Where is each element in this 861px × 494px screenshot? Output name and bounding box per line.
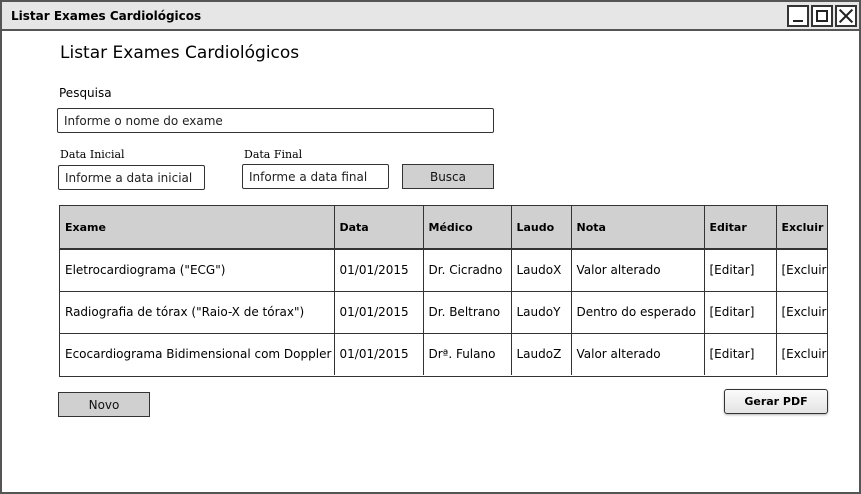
table-row[interactable]: Eletrocardiograma ("ECG") 01/01/2015 Dr.… xyxy=(60,249,827,292)
cell-medico: Drª. Fulano xyxy=(423,333,512,375)
cell-medico: Dr. Beltrano xyxy=(423,291,512,334)
cell-medico: Dr. Cicradno xyxy=(423,249,512,292)
cell-exame: Radiografia de tórax ("Raio-X de tórax") xyxy=(60,291,335,334)
delete-link[interactable]: [Excluir] xyxy=(776,291,827,334)
edit-link[interactable]: [Editar] xyxy=(704,249,777,292)
cell-nota: Dentro do esperado xyxy=(571,291,705,334)
maximize-button[interactable] xyxy=(811,5,833,27)
page-title: Listar Exames Cardiológicos xyxy=(60,43,300,63)
close-button[interactable] xyxy=(835,5,857,27)
window-title: Listar Exames Cardiológicos xyxy=(11,9,202,23)
column-header-data[interactable]: Data xyxy=(334,206,424,250)
column-header-laudo[interactable]: Laudo xyxy=(511,206,572,250)
title-bar: Listar Exames Cardiológicos xyxy=(2,2,859,31)
search-button[interactable]: Busca xyxy=(402,164,494,189)
column-header-excluir[interactable]: Excluir xyxy=(776,206,827,250)
column-header-nota[interactable]: Nota xyxy=(571,206,705,250)
column-header-medico[interactable]: Médico xyxy=(423,206,512,250)
edit-link[interactable]: [Editar] xyxy=(704,333,777,375)
exams-table: Exame Data Médico Laudo Nota Editar Excl… xyxy=(59,205,828,377)
date-end-input[interactable] xyxy=(242,164,389,189)
cell-data: 01/01/2015 xyxy=(334,333,424,375)
table-header-row: Exame Data Médico Laudo Nota Editar Excl… xyxy=(60,206,827,250)
table-row[interactable]: Ecocardiograma Bidimensional com Doppler… xyxy=(60,333,827,375)
cell-exame: Ecocardiograma Bidimensional com Doppler xyxy=(60,333,335,375)
cell-exame: Eletrocardiograma ("ECG") xyxy=(60,249,335,292)
column-header-editar[interactable]: Editar xyxy=(704,206,777,250)
cell-data: 01/01/2015 xyxy=(334,291,424,334)
table-row[interactable]: Radiografia de tórax ("Raio-X de tórax")… xyxy=(60,291,827,334)
date-start-label: Data Inicial xyxy=(60,148,125,161)
date-start-input[interactable] xyxy=(58,165,205,190)
cell-data: 01/01/2015 xyxy=(334,249,424,292)
cell-nota: Valor alterado xyxy=(571,249,705,292)
column-header-exame[interactable]: Exame xyxy=(60,206,335,250)
edit-link[interactable]: [Editar] xyxy=(704,291,777,334)
generate-pdf-button[interactable]: Gerar PDF xyxy=(724,389,828,414)
cell-laudo: LaudoZ xyxy=(511,333,572,375)
delete-link[interactable]: [Excluir] xyxy=(776,333,827,375)
search-input[interactable] xyxy=(57,108,494,133)
delete-link[interactable]: [Excluir] xyxy=(776,249,827,292)
date-end-label: Data Final xyxy=(244,148,303,161)
new-button[interactable]: Novo xyxy=(58,392,150,417)
cell-laudo: LaudoX xyxy=(511,249,572,292)
search-label: Pesquisa xyxy=(59,86,112,100)
minimize-button[interactable] xyxy=(787,5,809,27)
cell-laudo: LaudoY xyxy=(511,291,572,334)
cell-nota: Valor alterado xyxy=(571,333,705,375)
